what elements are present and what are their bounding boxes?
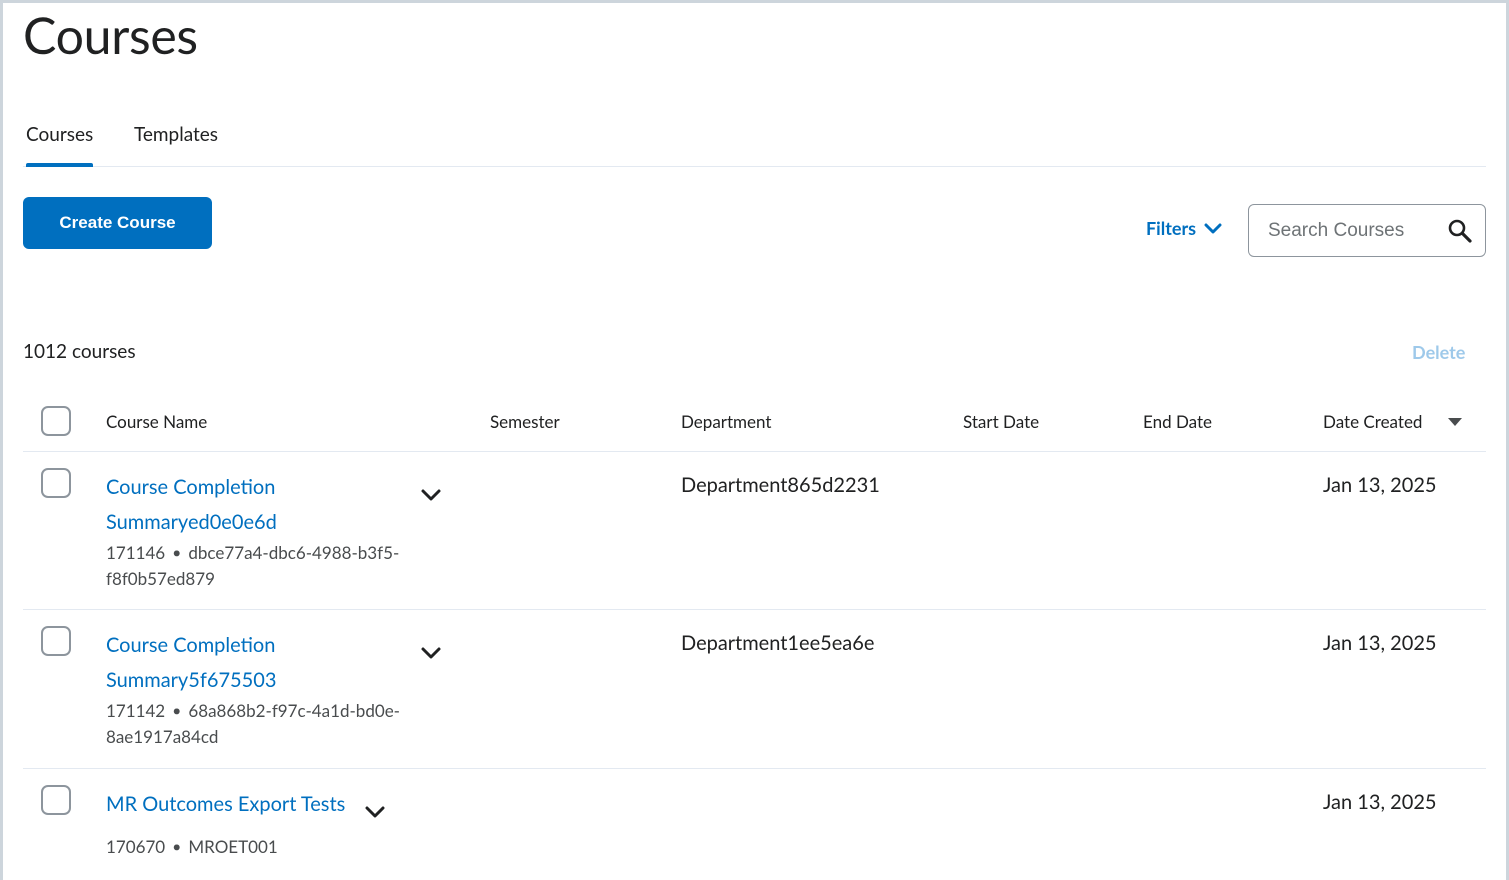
delete-button[interactable]: Delete xyxy=(1412,341,1465,363)
separator-dot-icon: ● xyxy=(173,545,181,560)
row-checkbox[interactable] xyxy=(41,785,71,815)
course-code: MROET001 xyxy=(188,836,278,857)
column-department[interactable]: Department xyxy=(681,411,771,432)
tab-bar: Courses Templates xyxy=(23,115,1486,167)
course-name-line: Course Completion xyxy=(106,475,276,499)
separator-dot-icon: ● xyxy=(173,839,181,854)
separator-dot-icon: ● xyxy=(173,703,181,718)
course-id: 171146 xyxy=(106,542,166,563)
course-name-link[interactable]: Course Completion Summaryed0e0e6d xyxy=(106,470,277,540)
page-title: Courses xyxy=(23,5,198,65)
chevron-down-icon[interactable] xyxy=(420,488,442,502)
course-count: 1012 courses xyxy=(23,340,136,363)
filters-button[interactable]: Filters xyxy=(1146,217,1222,239)
course-code: dbce77a4-dbc6-4988-b3f5- xyxy=(188,542,400,563)
tab-courses[interactable]: Courses xyxy=(26,115,94,167)
create-course-button[interactable]: Create Course xyxy=(23,197,212,249)
row-checkbox[interactable] xyxy=(41,468,71,498)
course-id: 170670 xyxy=(106,836,166,857)
department-cell: Department865d2231 xyxy=(681,473,880,497)
tab-courses-label: Courses xyxy=(26,123,94,146)
course-code: 68a868b2-f97c-4a1d-bd0e- xyxy=(188,700,400,721)
page-frame: Courses Courses Templates Create Course … xyxy=(0,0,1509,880)
course-meta: 171146 ● dbce77a4-dbc6-4988-b3f5- f8f0b57e… xyxy=(106,540,399,592)
column-course-name[interactable]: Course Name xyxy=(106,411,207,432)
course-name-line: Summary5f675503 xyxy=(106,668,277,692)
course-code-continued: f8f0b57ed879 xyxy=(106,568,215,589)
search-input[interactable] xyxy=(1249,205,1439,256)
search-icon[interactable] xyxy=(1447,218,1473,244)
course-id: 171142 xyxy=(106,700,166,721)
select-all-checkbox[interactable] xyxy=(41,406,71,436)
course-meta: 170670 ● MROET001 xyxy=(106,834,278,860)
course-name-line: Summaryed0e0e6d xyxy=(106,510,277,534)
column-end-date[interactable]: End Date xyxy=(1143,411,1212,432)
filters-label: Filters xyxy=(1146,217,1197,239)
course-name-link[interactable]: Course Completion Summary5f675503 xyxy=(106,628,276,698)
course-name-line: MR Outcomes Export Tests xyxy=(106,792,346,816)
row-checkbox[interactable] xyxy=(41,626,71,656)
search-box xyxy=(1248,204,1486,257)
course-name-line: Course Completion xyxy=(106,633,276,657)
chevron-down-icon[interactable] xyxy=(364,805,386,819)
column-start-date[interactable]: Start Date xyxy=(963,411,1039,432)
column-date-created[interactable]: Date Created xyxy=(1323,411,1422,432)
tab-templates-label: Templates xyxy=(134,123,219,146)
course-name-link[interactable]: MR Outcomes Export Tests xyxy=(106,787,345,822)
chevron-down-icon[interactable] xyxy=(420,646,442,660)
course-meta-line: 171142 ● 68a868b2-f97c-4a1d-bd0e- xyxy=(106,698,400,724)
course-meta: 171142 ● 68a868b2-f97c-4a1d-bd0e- 8ae1917a… xyxy=(106,698,400,750)
table-row: MR Outcomes Export Tests 170670 ● MROET001… xyxy=(23,769,1486,880)
courses-table: Course Name Semester Department Start Da… xyxy=(23,391,1486,880)
table-header: Course Name Semester Department Start Da… xyxy=(23,391,1486,452)
date-created-cell: Jan 13, 2025 xyxy=(1323,631,1437,655)
course-code-continued: 8ae1917a84cd xyxy=(106,726,219,747)
table-row: Course Completion Summaryed0e0e6d 171146… xyxy=(23,452,1486,610)
course-meta-line: 170670 ● MROET001 xyxy=(106,834,278,860)
column-semester[interactable]: Semester xyxy=(490,411,560,432)
course-meta-line: 171146 ● dbce77a4-dbc6-4988-b3f5- xyxy=(106,540,399,566)
chevron-down-icon xyxy=(1204,223,1222,234)
department-cell: Department1ee5ea6e xyxy=(681,631,875,655)
caret-down-icon[interactable] xyxy=(1448,418,1462,427)
date-created-cell: Jan 13, 2025 xyxy=(1323,473,1437,497)
table-row: Course Completion Summary5f675503 171142… xyxy=(23,610,1486,769)
date-created-cell: Jan 13, 2025 xyxy=(1323,790,1437,814)
tab-templates[interactable]: Templates xyxy=(134,115,218,166)
